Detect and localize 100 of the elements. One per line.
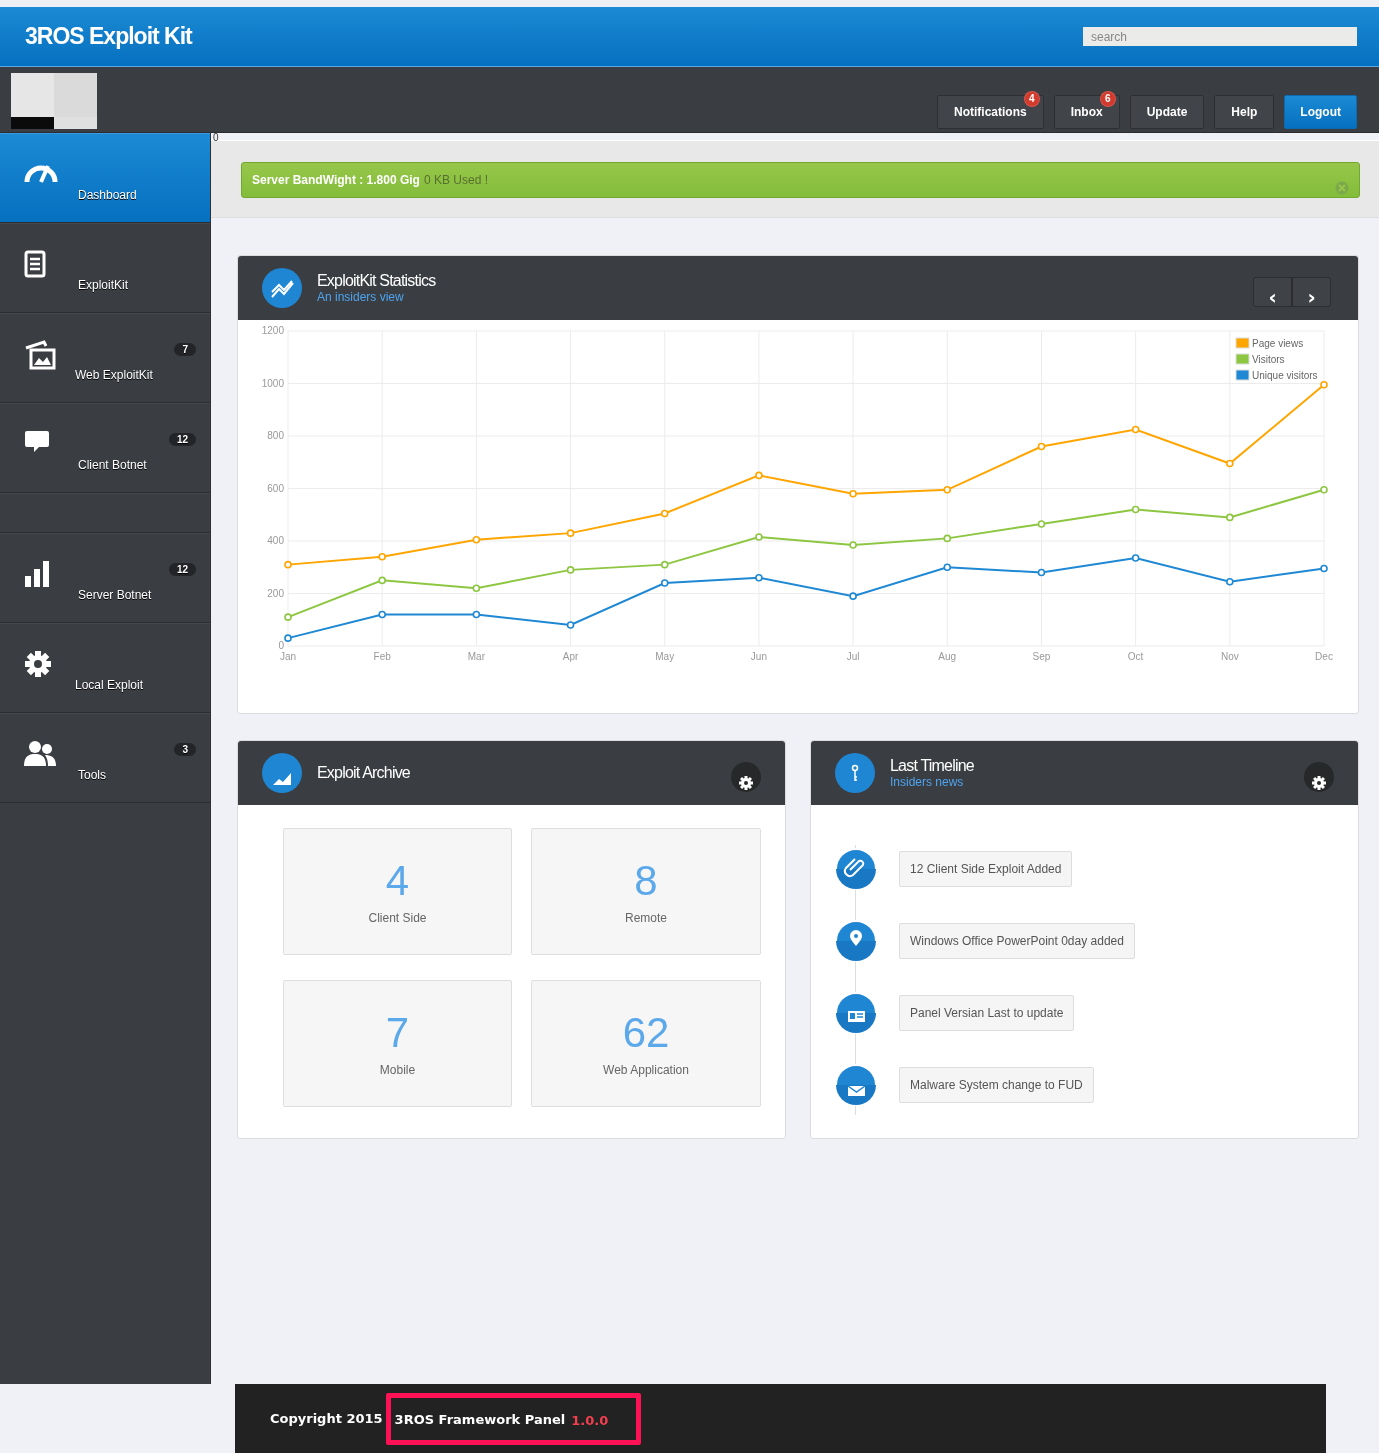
speech-bubble-icon	[24, 430, 50, 454]
data-point	[1226, 459, 1234, 468]
data-point	[1037, 520, 1046, 528]
card-title: Exploit Archive	[317, 764, 410, 782]
sidebar-item[interactable]: Server Botnet 12	[0, 533, 210, 623]
paperclip-icon	[835, 848, 877, 890]
data-point	[943, 534, 952, 543]
data-point	[849, 541, 857, 549]
line-chart-icon	[262, 268, 302, 308]
axis-label: Aug	[938, 651, 957, 662]
axis-label: May	[655, 651, 675, 662]
timeline-event: Malware System change to FUD	[899, 1067, 1094, 1103]
data-point	[378, 610, 386, 619]
data-point	[1226, 577, 1234, 586]
data-point	[943, 563, 952, 572]
stat-value: 62	[622, 1010, 670, 1055]
count-badge: 3	[174, 743, 196, 756]
card-subtitle: An insiders view	[317, 290, 405, 304]
count-badge: 4	[1023, 91, 1040, 107]
pictures-icon	[24, 340, 56, 370]
axis-label: 600	[267, 482, 284, 494]
copyright-text: Copyright 2015	[270, 1411, 383, 1426]
data-point	[284, 634, 292, 642]
axis-label: 1200	[261, 325, 284, 336]
data-point	[1131, 554, 1140, 562]
data-point	[1320, 486, 1328, 494]
search-field[interactable]: search	[1083, 27, 1357, 46]
data-point	[378, 552, 386, 561]
data-point	[1131, 505, 1140, 514]
data-point	[849, 489, 857, 498]
axis-label: Jun	[750, 651, 767, 662]
data-point	[660, 560, 669, 569]
data-point	[1226, 513, 1234, 522]
count-badge: 7	[174, 343, 196, 356]
sidebar-item[interactable]: Dashboard	[0, 133, 210, 223]
data-point	[472, 610, 481, 619]
axis-label: Sep	[1032, 651, 1051, 662]
legend-label: Visitors	[1252, 354, 1285, 365]
stat-label: Remote	[625, 910, 667, 925]
axis-label: 400	[267, 535, 284, 546]
data-point	[284, 613, 292, 621]
previous-button[interactable]: ‹	[1253, 277, 1292, 307]
data-point	[660, 509, 669, 518]
data-point	[566, 529, 575, 537]
legend-label: Page views	[1252, 338, 1304, 349]
sidebar-item[interactable]: ExploitKit	[0, 223, 210, 313]
data-point	[472, 535, 481, 544]
axis-label: Apr	[562, 651, 579, 662]
settings-button[interactable]	[1304, 762, 1334, 792]
area-chart-icon	[262, 753, 302, 793]
sidebar-item[interactable]: Web ExploitKit 7	[0, 313, 210, 403]
timeline-event: Windows Office PowerPoint 0day added	[899, 923, 1135, 959]
next-button[interactable]: ›	[1292, 277, 1331, 307]
data-point	[660, 579, 669, 587]
axis-label: 200	[267, 587, 284, 599]
data-point	[472, 584, 481, 593]
settings-button[interactable]	[731, 762, 761, 792]
toolbar-button[interactable]: Logout	[1284, 95, 1357, 129]
axis-label: Feb	[373, 651, 391, 662]
stat-value: 7	[385, 1010, 410, 1055]
axis-label: Nov	[1220, 651, 1239, 662]
card-subtitle: Insiders news	[890, 775, 965, 789]
axis-label: Mar	[467, 651, 485, 662]
axis-label: Oct	[1127, 651, 1144, 662]
count-badge: 12	[168, 563, 196, 576]
data-point	[566, 566, 575, 574]
count-badge: 6	[1099, 91, 1116, 107]
card-title: Last Timeline	[890, 757, 974, 775]
stat-value: 4	[385, 858, 410, 903]
product-name: 3ROS Framework Panel	[394, 1411, 566, 1427]
sidebar-item[interactable]: Client Botnet 12	[0, 403, 210, 493]
data-point	[1037, 442, 1046, 451]
envelope-icon	[835, 1064, 877, 1106]
key-icon	[835, 753, 875, 793]
toolbar-button[interactable]: Update	[1129, 95, 1205, 129]
data-point	[755, 573, 763, 582]
version-number: 1.0.0	[571, 1413, 609, 1428]
count-badge: 12	[168, 433, 196, 446]
toolbar-button[interactable]: Help	[1214, 95, 1275, 129]
data-point	[284, 560, 292, 569]
data-point	[755, 533, 763, 541]
axis-label: Jan	[279, 651, 297, 662]
stray-text: 0	[213, 132, 219, 143]
data-point	[849, 592, 857, 600]
data-point	[566, 621, 575, 629]
bar-chart-icon	[24, 560, 50, 588]
alert-detail: 0 KB Used !	[423, 173, 488, 187]
stat-label: Client Side	[368, 910, 427, 925]
people-icon	[24, 740, 56, 766]
id-card-icon	[835, 992, 877, 1034]
axis-label: Jul	[846, 651, 860, 662]
data-point	[1320, 564, 1328, 573]
stat-label: Web Application	[603, 1062, 689, 1077]
sidebar-item[interactable]: Tools 3	[0, 713, 210, 803]
data-point	[378, 576, 386, 585]
axis-label: Dec	[1315, 651, 1333, 662]
timeline-event: 12 Client Side Exploit Added	[899, 851, 1073, 887]
sidebar-item[interactable]: Local Exploit	[0, 623, 210, 713]
app-title: 3ROS Exploit Kit	[25, 23, 192, 50]
timeline-event: Panel Versian Last to update	[899, 995, 1075, 1031]
